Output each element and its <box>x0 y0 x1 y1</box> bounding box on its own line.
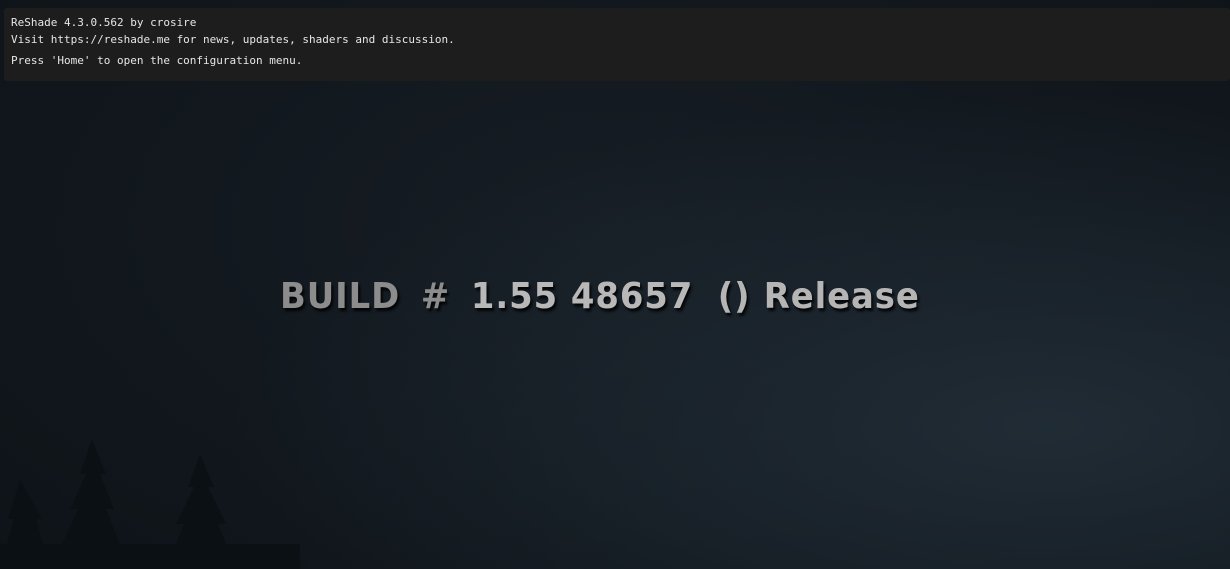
build-version: 1.55 48657 <box>470 276 694 317</box>
build-label: BUILD <box>280 276 401 317</box>
reshade-website-text: Visit https://reshade.me for news, updat… <box>11 33 455 46</box>
build-release: Release <box>763 276 920 317</box>
reshade-version-text: ReShade 4.3.0.562 by crosire <box>11 16 197 29</box>
tree-silhouettes <box>0 439 300 569</box>
reshade-hotkey-hint: Press 'Home' to open the configuration m… <box>11 54 303 67</box>
game-loading-screen: ReShade 4.3.0.562 by crosire Visit https… <box>0 0 1230 569</box>
reshade-notification-overlay: ReShade 4.3.0.562 by crosire Visit https… <box>4 8 1230 81</box>
build-info: BUILD #1.55 48657 () Release <box>280 276 920 317</box>
build-parens: () <box>717 276 751 317</box>
build-hash: # <box>420 276 451 317</box>
